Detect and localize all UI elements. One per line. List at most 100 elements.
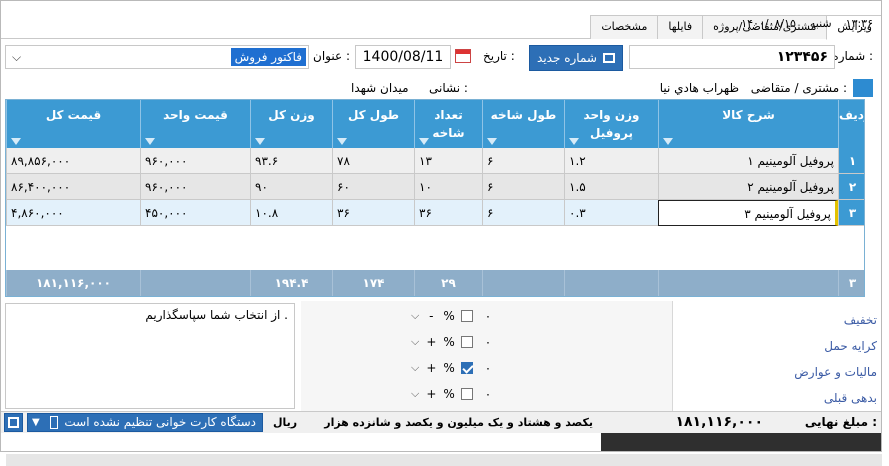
grid-cell-total-price[interactable]: ۸۹,۸۵۶,۰۰۰: [6, 148, 140, 174]
filter-icon[interactable]: [663, 138, 673, 145]
grid-cell-count[interactable]: ۱۰: [414, 174, 482, 200]
card-reader-text: دستگاه کارت خوانی تنظیم نشده است: [64, 415, 256, 429]
top-bar: ویرایش مشتری/متقاضی/پروژه فایلها مشخصات …: [1, 1, 881, 40]
col-header-desc[interactable]: شرح کالا: [658, 100, 838, 148]
new-number-label: شماره جدید: [537, 51, 597, 65]
clock: ۱۳:۳۶: [845, 17, 873, 30]
fee-row: ⌵ +% ۰: [411, 361, 491, 375]
fee-label-shipping: کرایه حمل: [824, 339, 877, 353]
col-header-total-weight[interactable]: وزن کل: [250, 100, 332, 148]
fees-controls-panel: ⌵ -% ۰ ⌵ +% ۰ ⌵ +% ۰ ⌵ +% ۰: [301, 301, 673, 411]
invoice-number-field[interactable]: ۱۲۳۴۵۶: [629, 45, 835, 69]
address-value: میدان شهدا: [351, 81, 409, 95]
calendar-icon[interactable]: [455, 49, 471, 63]
fee-percent-checkbox[interactable]: [460, 310, 473, 322]
new-number-button[interactable]: شماره جدید: [529, 45, 623, 71]
tab-details[interactable]: مشخصات: [590, 15, 659, 39]
sum-cell-total-length: ۱۷۴: [332, 270, 414, 296]
col-header-unit-price[interactable]: قیمت واحد: [140, 100, 250, 148]
chevron-down-icon[interactable]: ⌵: [411, 361, 419, 375]
fee-value[interactable]: ۰: [485, 335, 491, 349]
grid-cell-branch-len[interactable]: ۶: [482, 174, 564, 200]
final-amount-label: مبلغ نهایی :: [804, 415, 877, 429]
grid-cell-unit-price[interactable]: ۴۵۰,۰۰۰: [140, 200, 250, 226]
grid-cell-desc[interactable]: پروفیل آلومینیم ۳: [658, 200, 838, 226]
grid-cell-total-len[interactable]: ۳۶: [332, 200, 414, 226]
grid-cell-total-price[interactable]: ۸۶,۴۰۰,۰۰۰: [6, 174, 140, 200]
col-header-row[interactable]: ردیف: [838, 100, 864, 148]
col-header-unit-weight[interactable]: وزن واحد پروفیل: [564, 100, 658, 148]
calculator-button[interactable]: [4, 413, 23, 432]
grid-cell-branch-len[interactable]: ۶: [482, 200, 564, 226]
grid-cell-unit-weight[interactable]: ۱.۵: [564, 174, 658, 200]
grid-cell-branch-len[interactable]: ۶: [482, 148, 564, 174]
fee-label-previous-debt: بدهی قبلی: [823, 391, 877, 405]
tab-files[interactable]: فایلها: [657, 15, 704, 39]
fee-percent-checkbox[interactable]: [460, 388, 473, 400]
date-field[interactable]: 1400/08/11: [355, 45, 451, 69]
grid-cell-total-len[interactable]: ۷۸: [332, 148, 414, 174]
chevron-down-icon[interactable]: ⌵: [411, 309, 419, 323]
clock-area: ۱۳:۳۶ شنبه ۱۴۰۰/۰۸/۱۵: [741, 17, 873, 30]
row-number: ۳: [838, 200, 864, 226]
percent-sign: %: [443, 361, 455, 375]
fee-value[interactable]: ۰: [485, 309, 491, 323]
grid-cell-total-weight[interactable]: ۹۰: [250, 174, 332, 200]
grid-cell-count[interactable]: ۳۶: [414, 200, 482, 226]
title-value: فاکتور فروش: [230, 48, 306, 66]
fee-value[interactable]: ۰: [485, 387, 491, 401]
filter-icon[interactable]: [11, 138, 21, 145]
grid-cell-count[interactable]: ۱۳: [414, 148, 482, 174]
grid-cell-total-len[interactable]: ۶۰: [332, 174, 414, 200]
card-reader-select[interactable]: دستگاه کارت خوانی تنظیم نشده است ▼: [27, 413, 263, 432]
fee-sign: +: [426, 387, 437, 401]
grid-cell-unit-price[interactable]: ۹۶۰,۰۰۰: [140, 148, 250, 174]
fee-sign: +: [426, 361, 437, 375]
fee-row: ⌵ +% ۰: [411, 387, 491, 401]
grid-cell-desc[interactable]: پروفیل آلومینیم ۱: [658, 148, 838, 174]
fees-labels-panel: تخفیف کرایه حمل مالیات و عوارض بدهی قبلی: [673, 301, 881, 411]
chevron-down-icon[interactable]: ⌵: [411, 387, 419, 401]
col-header-total-price[interactable]: قیمت کل: [6, 100, 140, 148]
notes-text: از انتخاب شما سپاسگذاریم .: [145, 308, 288, 322]
date-label: تاریخ :: [483, 49, 515, 63]
fee-percent-checkbox[interactable]: [460, 336, 473, 348]
items-grid: ردیف شرح کالا وزن واحد پروفیل طول شاخه ت…: [5, 99, 865, 297]
title-label: عنوان :: [313, 49, 350, 63]
sum-cell-branch-length: [482, 270, 564, 296]
fee-value[interactable]: ۰: [485, 361, 491, 375]
percent-sign: %: [443, 335, 455, 349]
col-header-total-length[interactable]: طول کل: [332, 100, 414, 148]
final-amount-value: ۱۸۱,۱۱۶,۰۰۰: [675, 414, 763, 430]
col-header-branch-length[interactable]: طول شاخه: [482, 100, 564, 148]
notes-box[interactable]: از انتخاب شما سپاسگذاریم .: [5, 303, 295, 409]
chevron-down-icon[interactable]: ⌵: [411, 335, 419, 349]
grid-cell-unit-price[interactable]: ۹۶۰,۰۰۰: [140, 174, 250, 200]
sum-cell-total-price: ۱۸۱,۱۱۶,۰۰۰: [6, 270, 140, 296]
filter-icon[interactable]: [337, 138, 347, 145]
filter-icon[interactable]: [487, 138, 497, 145]
filter-icon[interactable]: [255, 138, 265, 145]
filter-icon[interactable]: [419, 138, 429, 145]
filter-icon[interactable]: [145, 138, 155, 145]
fee-row: ⌵ -% ۰: [411, 309, 491, 323]
grid-cell-desc[interactable]: پروفیل آلومینیم ۲: [658, 174, 838, 200]
weekday: شنبه: [809, 17, 832, 30]
grid-cell-total-weight[interactable]: ۹۳.۶: [250, 148, 332, 174]
fee-sign: -: [429, 309, 434, 323]
customer-icon[interactable]: [853, 79, 873, 97]
grid-cell-total-weight[interactable]: ۱۰.۸: [250, 200, 332, 226]
filter-icon[interactable]: [569, 138, 579, 145]
row-number: ۱: [838, 148, 864, 174]
grid-cell-total-price[interactable]: ۴,۸۶۰,۰۰۰: [6, 200, 140, 226]
grid-cell-unit-weight[interactable]: ۱.۲: [564, 148, 658, 174]
grid-cell-unit-weight[interactable]: ۰.۳: [564, 200, 658, 226]
window-shadow: [6, 454, 882, 466]
row-number: ۲: [838, 174, 864, 200]
fee-percent-checkbox[interactable]: [460, 362, 473, 374]
percent-sign: %: [443, 387, 455, 401]
chevron-down-icon[interactable]: ⌵: [12, 50, 21, 65]
col-header-count[interactable]: تعداد شاخه: [414, 100, 482, 148]
title-select[interactable]: ⌵ فاکتور فروش: [5, 45, 309, 69]
sum-row-count: ۳: [838, 270, 864, 296]
